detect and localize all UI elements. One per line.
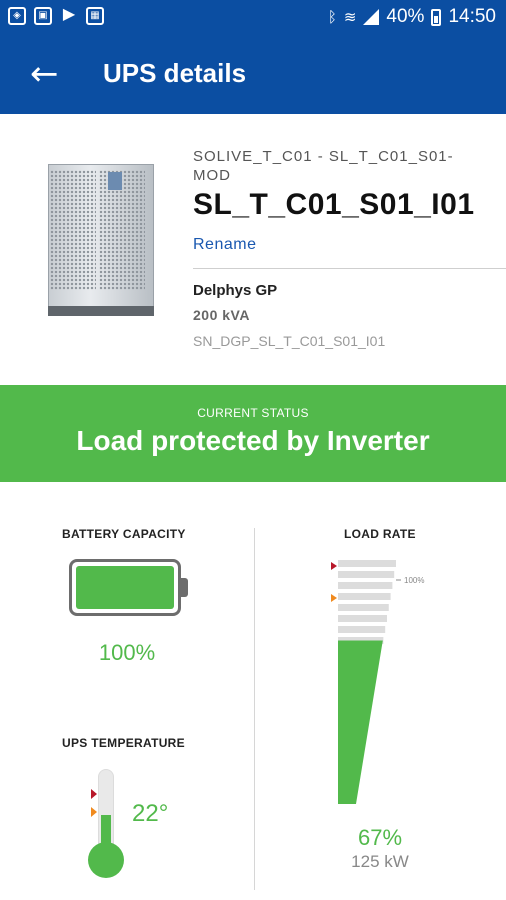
load-alarm-marker-icon (331, 562, 337, 570)
ups-temperature-value: 22° (132, 800, 169, 827)
device-power: 200 kVA (193, 307, 250, 323)
load-rate-segment (338, 626, 386, 633)
shield-notification-icon: ◈ (8, 7, 26, 25)
signal-icon (363, 9, 380, 25)
status-bar: ◈ ▣ ▶ ▦ ᛒ ≋ 40% 14:50 (0, 0, 506, 34)
wifi-icon: ≋ (343, 8, 357, 26)
battery-percent: 40% (386, 6, 425, 27)
battery-capacity-fill (76, 566, 174, 609)
clock: 14:50 (448, 6, 496, 27)
metrics-divider (254, 528, 255, 890)
rename-link[interactable]: Rename (193, 236, 256, 254)
temperature-alarm-marker-icon (91, 789, 97, 799)
load-rate-segment (338, 593, 391, 600)
back-arrow-icon[interactable]: ← (30, 54, 62, 94)
screenshot-icon: ▣ (34, 7, 52, 25)
current-status-value: Load protected by Inverter (76, 425, 430, 456)
thermometer-bulb (88, 842, 124, 878)
battery-gauge-tip (181, 578, 188, 597)
calendar-icon: ▦ (86, 7, 104, 25)
bluetooth-icon: ᛒ (327, 8, 337, 26)
battery-capacity-gauge (69, 559, 181, 616)
ups-cabinet-display (108, 172, 122, 190)
ups-cabinet-door-right (99, 170, 145, 290)
load-rate-segment (338, 582, 393, 589)
load-rate-value: 67% (357, 825, 403, 850)
ups-cabinet-base (48, 306, 154, 316)
load-100-label: 100% (404, 576, 424, 585)
load-rate-segment (338, 560, 396, 567)
status-bar-notifications: ◈ ▣ ▶ ▦ (8, 4, 104, 25)
device-path: SOLIVE_T_C01 - SL_T_C01_S01-MOD (193, 148, 454, 184)
battery-capacity-title: BATTERY CAPACITY (62, 527, 186, 541)
load-rate-power: 125 kW (351, 852, 409, 871)
load-rate-title: LOAD RATE (344, 527, 416, 541)
device-model: Delphys GP (193, 282, 278, 299)
temperature-warning-marker-icon (91, 807, 97, 817)
ups-temperature-title: UPS TEMPERATURE (62, 736, 185, 750)
load-rate-gauge: 100% (331, 560, 424, 804)
page-title: UPS details (103, 58, 247, 88)
battery-capacity-value: 100% (98, 640, 156, 665)
ups-cabinet-image (42, 160, 160, 320)
ups-cabinet-door-left (50, 170, 96, 290)
device-serial: SN_DGP_SL_T_C01_S01_I01 (193, 333, 386, 349)
app-bar: ← UPS details (0, 34, 506, 114)
current-status-banner: CURRENT STATUS Load protected by Inverte… (0, 385, 506, 482)
current-status-label: CURRENT STATUS (197, 406, 309, 420)
battery-icon (431, 8, 442, 26)
load-rate-segment (338, 615, 387, 622)
device-name: SL_T_C01_S01_I01 (193, 188, 475, 221)
status-bar-system: ᛒ ≋ 40% 14:50 (328, 6, 496, 28)
load-rate-segment (338, 571, 395, 578)
divider (193, 268, 506, 269)
load-rate-segment (338, 604, 389, 611)
load-warning-marker-icon (331, 594, 337, 602)
load-rate-fill (338, 640, 383, 804)
play-store-icon: ▶ (62, 4, 76, 23)
load-rate-segments (338, 560, 396, 644)
